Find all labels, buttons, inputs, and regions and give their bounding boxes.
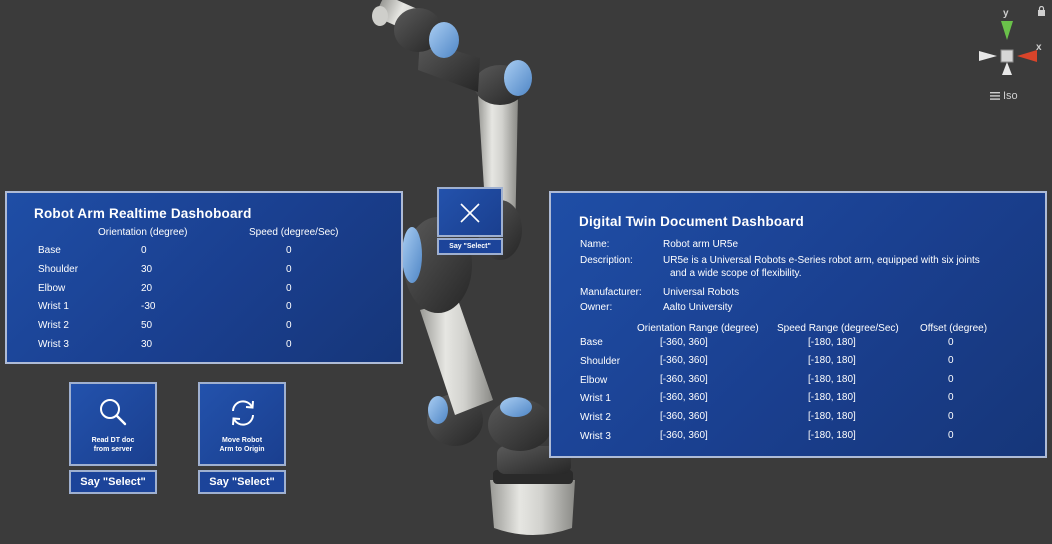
button-label-line1: Move Robot xyxy=(221,437,263,444)
name-label: Name: xyxy=(580,239,610,250)
row-speed: 0 xyxy=(286,245,292,256)
row-orientation-range: [-360, 360] xyxy=(660,430,708,441)
row-joint: Wrist 2 xyxy=(580,412,611,423)
manufacturer-label: Manufacturer: xyxy=(580,287,642,298)
document-dashboard-panel: Digital Twin Document Dashboard Name: Ro… xyxy=(549,191,1047,458)
panel-title: Digital Twin Document Dashboard xyxy=(579,214,804,229)
row-orientation-range: [-360, 360] xyxy=(660,337,708,348)
scene-gizmo[interactable]: y x Iso xyxy=(975,6,1049,106)
row-speed: 0 xyxy=(286,301,292,312)
button-label-line1: Read DT doc xyxy=(91,437,135,444)
view-mode-label[interactable]: Iso xyxy=(1003,90,1018,102)
read-dt-doc-button[interactable]: Read DT doc from server xyxy=(69,382,157,466)
description-value-line2: and a wide scope of flexibility. xyxy=(670,268,802,279)
row-speed: 0 xyxy=(286,264,292,275)
row-orientation-range: [-360, 360] xyxy=(660,355,708,366)
column-header-orientation-range: Orientation Range (degree) xyxy=(637,323,759,334)
panel-title: Robot Arm Realtime Dashoboard xyxy=(34,206,252,221)
owner-label: Owner: xyxy=(580,302,613,313)
close-button[interactable] xyxy=(437,187,503,237)
row-orientation: 20 xyxy=(141,283,153,294)
lock-icon[interactable] xyxy=(1037,6,1046,16)
row-offset: 0 xyxy=(948,430,954,441)
row-speed-range: [-180, 180] xyxy=(808,392,856,403)
manufacturer-value: Universal Robots xyxy=(663,287,740,298)
realtime-dashboard-panel: Robot Arm Realtime Dashoboard Orientatio… xyxy=(5,191,403,364)
axis-gizmo-icon[interactable] xyxy=(975,18,1045,93)
read-dt-doc-say-select-button[interactable]: Say "Select" xyxy=(69,470,157,494)
row-joint: Shoulder xyxy=(580,356,621,367)
button-label-line2: from server xyxy=(93,446,133,453)
description-value-line1: UR5e is a Universal Robots e-Series robo… xyxy=(663,255,980,266)
row-joint: Wrist 1 xyxy=(38,301,69,312)
row-speed-range: [-180, 180] xyxy=(808,411,856,422)
column-header-orientation: Orientation (degree) xyxy=(98,227,188,238)
row-speed: 0 xyxy=(286,339,292,350)
row-orientation-range: [-360, 360] xyxy=(660,392,708,403)
row-joint: Wrist 3 xyxy=(38,339,69,350)
button-label-line2: Arm to Origin xyxy=(219,446,265,453)
description-label: Description: xyxy=(580,255,633,266)
row-speed-range: [-180, 180] xyxy=(808,355,856,366)
row-speed-range: [-180, 180] xyxy=(808,337,856,348)
row-joint: Elbow xyxy=(38,283,66,294)
row-orientation: 30 xyxy=(141,264,153,275)
move-to-origin-button[interactable]: Move Robot Arm to Origin xyxy=(198,382,286,466)
row-orientation: 0 xyxy=(141,245,147,256)
row-offset: 0 xyxy=(948,411,954,422)
row-joint: Base xyxy=(38,245,61,256)
row-joint: Base xyxy=(580,337,603,348)
row-offset: 0 xyxy=(948,337,954,348)
row-offset: 0 xyxy=(948,355,954,366)
menu-icon[interactable] xyxy=(990,92,1000,100)
search-icon xyxy=(100,399,127,426)
row-orientation-range: [-360, 360] xyxy=(660,411,708,422)
row-speed-range: [-180, 180] xyxy=(808,430,856,441)
row-joint: Shoulder xyxy=(38,264,79,275)
row-orientation: 30 xyxy=(141,339,153,350)
row-offset: 0 xyxy=(948,392,954,403)
close-icon xyxy=(460,203,480,223)
row-orientation-range: [-360, 360] xyxy=(660,374,708,385)
column-header-speed-range: Speed Range (degree/Sec) xyxy=(777,323,899,334)
row-orientation: -30 xyxy=(141,301,156,312)
row-offset: 0 xyxy=(948,374,954,385)
refresh-icon xyxy=(232,400,254,426)
column-header-offset: Offset (degree) xyxy=(920,323,988,334)
owner-value: Aalto University xyxy=(663,302,733,313)
column-header-speed: Speed (degree/Sec) xyxy=(249,227,339,238)
row-speed: 0 xyxy=(286,320,292,331)
row-speed-range: [-180, 180] xyxy=(808,374,856,385)
row-joint: Wrist 2 xyxy=(38,320,69,331)
name-value: Robot arm UR5e xyxy=(663,239,739,250)
move-to-origin-say-select-button[interactable]: Say "Select" xyxy=(198,470,286,494)
row-orientation: 50 xyxy=(141,320,153,331)
close-say-select-button[interactable]: Say "Select" xyxy=(437,238,503,255)
row-joint: Wrist 3 xyxy=(580,431,611,442)
row-joint: Wrist 1 xyxy=(580,393,611,404)
row-speed: 0 xyxy=(286,283,292,294)
row-joint: Elbow xyxy=(580,375,608,386)
